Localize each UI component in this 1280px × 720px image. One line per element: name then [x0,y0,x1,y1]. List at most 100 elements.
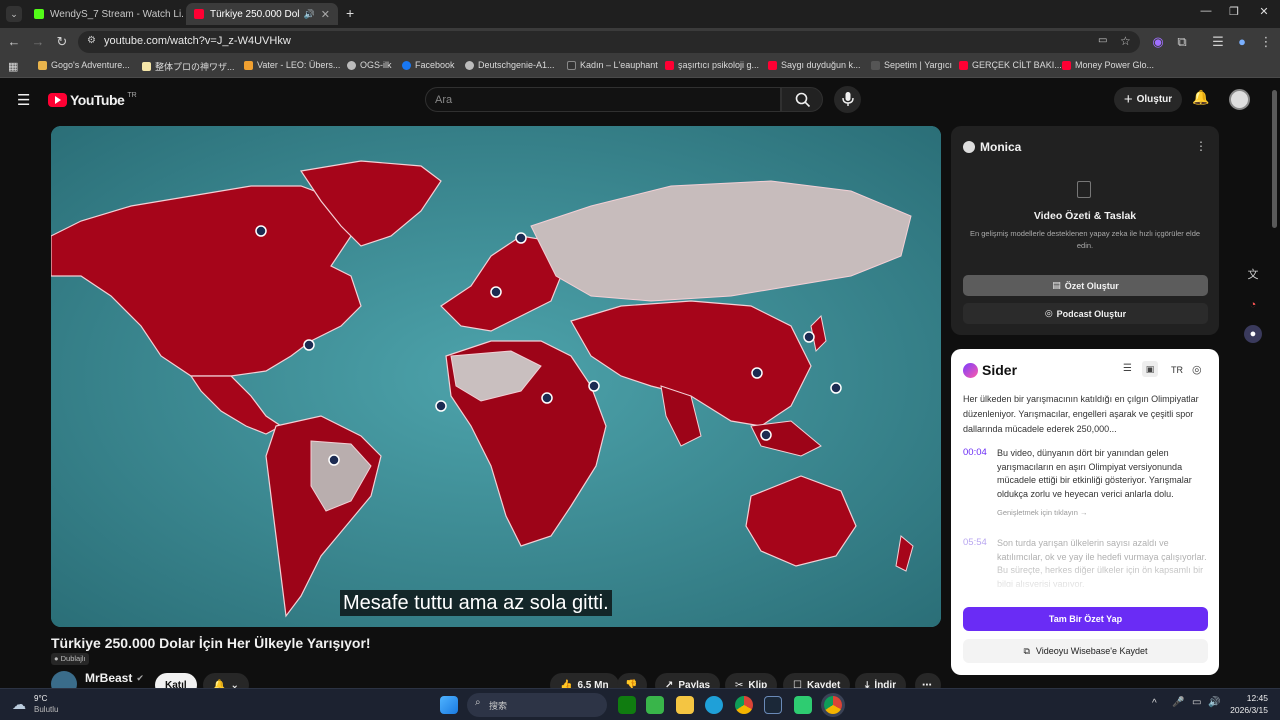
hamburger-menu-icon[interactable]: ☰ [17,91,30,109]
bookmark-item[interactable]: Saygı duyduğun k... [768,60,861,70]
language-toggle[interactable]: TR [1171,365,1183,375]
cast-icon[interactable]: ▭ [1098,35,1107,46]
monica-logo-icon [963,141,975,153]
edge-icon[interactable] [705,696,723,714]
search-button[interactable] [781,87,823,112]
notifications-bell-icon[interactable]: 🔔 [1192,89,1209,106]
account-avatar[interactable] [1229,89,1250,110]
bookmark-item[interactable]: OGS-ilk [347,60,392,70]
kick-favicon-icon [34,9,44,19]
scrollbar[interactable] [1272,90,1277,228]
tab-youtube-video[interactable]: Türkiye 250.000 Dolar İçin... 🔊 ✕ [186,3,338,25]
bookmark-favicon-icon [871,60,880,70]
youtube-logo[interactable]: YouTube TR [48,92,137,108]
bookmark-star-icon[interactable]: ☆ [1120,34,1131,48]
tray-overflow-icon[interactable]: ^ [1152,698,1157,709]
tab-title: Türkiye 250.000 Dolar İçin... [210,8,300,20]
bookmark-item[interactable]: Deutschgenie-A1... [465,60,555,70]
taskbar-search[interactable]: ⌕ 搜索 [467,693,607,717]
tools-icon[interactable]: ◔ [1244,296,1262,314]
full-summary-button[interactable]: Tam Bir Özet Yap [963,607,1208,631]
more-options-icon[interactable]: ⋮ [1195,139,1207,153]
chrome-active-icon[interactable] [824,696,842,714]
channel-name[interactable]: MrBeast ✔ [85,671,144,685]
expand-link[interactable]: Genişletmek için tıklayın → [997,508,1087,517]
bookmark-item[interactable]: GERÇEK CİLT BAKI... [959,60,1062,70]
bookmark-item[interactable]: Money Power Glo... [1062,60,1154,70]
card-view-icon[interactable]: ▣ [1142,361,1158,377]
globe-icon [465,60,474,70]
podcast-icon: ◎ [1044,308,1053,318]
region-code: TR [127,91,137,99]
weather-cloud-icon[interactable]: ☁ [12,696,26,713]
new-tab-button[interactable]: + [346,5,354,21]
timestamp-link[interactable]: 05:54 [963,537,987,548]
steam-icon[interactable] [764,696,782,714]
monica-heading: Video Özeti & Taslak [1033,210,1137,222]
clock-date[interactable]: 2026/3/15 [1222,705,1268,715]
close-tab-icon[interactable]: ✕ [315,8,330,21]
extensions-puzzle-icon[interactable]: ⧉ [1174,34,1190,50]
windows-start-icon[interactable] [440,696,458,714]
bookmark-item[interactable]: Kadın – L'eauphant [567,60,658,70]
generate-summary-button[interactable]: ▤ Özet Oluştur [963,275,1208,296]
timestamp-link[interactable]: 00:04 [963,447,987,458]
search-input[interactable]: Ara [425,87,781,112]
video-caption: Mesafe tuttu ama az sola gitti. [340,590,612,616]
tab-search-button[interactable]: ⌄ [6,6,22,22]
site-info-icon[interactable]: ⚙ [87,35,96,46]
bookmark-item[interactable]: Facebook [402,60,455,70]
reading-list-icon[interactable]: ☰ [1210,34,1226,50]
clock-time[interactable]: 12:45 [1226,693,1268,703]
bookmark-item[interactable]: Gogo's Adventure... [38,60,130,70]
monica-panel: Monica ⋮ Video Özeti & Taslak En gelişmi… [951,126,1219,335]
tray-mic-icon[interactable]: 🎤 [1172,697,1184,708]
dubbed-badge: ● Dublajlı [51,653,89,665]
settings-icon[interactable]: ◎ [1192,363,1202,376]
list-view-icon[interactable]: ☰ [1123,363,1132,374]
youtube-icon [768,60,777,70]
youtube-icon [959,60,968,70]
profile-avatar-icon[interactable]: ● [1234,34,1250,50]
forward-icon[interactable]: → [30,34,46,50]
back-icon[interactable]: ← [6,34,22,50]
bookmark-item[interactable]: Vater - LEO: Übers... [244,60,340,70]
plus-icon: + [1123,91,1133,108]
chrome-icon[interactable] [735,696,753,714]
xbox-icon[interactable] [618,696,636,714]
search-placeholder: Ara [435,94,453,106]
tab-wendys-stream[interactable]: WendyS_7 Stream - Watch Li... ✕ [26,3,184,25]
apps-grid-icon[interactable]: ▦ [8,60,18,73]
url-text: youtube.com/watch?v=J_z-W4UVHkw [104,35,291,47]
save-to-wisebase-button[interactable]: ⧉ Videoyu Wisebase'e Kaydet [963,639,1208,663]
app-green-icon[interactable] [646,696,664,714]
bookmark-favicon-icon [142,62,151,71]
weather-temp: 9°C [34,694,48,703]
address-bar[interactable]: ⚙ youtube.com/watch?v=J_z-W4UVHkw ▭ ☆ [78,31,1140,53]
file-explorer-icon[interactable] [676,696,694,714]
bookmark-item[interactable]: Sepetim | Yargıcı [871,60,952,70]
app-chat-icon[interactable] [794,696,812,714]
translate-icon[interactable]: 文 [1244,266,1262,284]
bookmark-item[interactable]: 整体プロの神ワザ... [142,60,235,73]
generate-podcast-button[interactable]: ◎ Podcast Oluştur [963,303,1208,324]
close-window-icon[interactable]: ✕ [1254,5,1274,18]
maximize-icon[interactable]: ❐ [1224,5,1244,18]
video-player[interactable] [51,126,941,627]
monica-brand: Monica [980,140,1022,154]
bookmark-item[interactable]: şaşırtıcı psikoloji g... [665,60,759,70]
tray-volume-icon[interactable]: 🔊 [1208,697,1220,708]
create-button[interactable]: + Oluştur [1114,87,1182,112]
voice-search-button[interactable] [834,86,861,113]
minimize-icon[interactable]: — [1196,5,1216,17]
person-icon: ● [54,654,59,663]
browser-tab-strip: ⌄ WendyS_7 Stream - Watch Li... ✕ Türkiy… [0,0,1280,28]
speaker-icon[interactable]: 🔊 [304,9,315,20]
verified-icon: ✔ [136,672,144,683]
sider-logo-icon [963,363,978,378]
tray-network-icon[interactable]: ▭ [1192,697,1201,708]
monica-sidebar-icon[interactable]: ● [1244,325,1262,343]
reload-icon[interactable]: ↻ [54,34,70,50]
chrome-menu-icon[interactable]: ⋮ [1258,34,1274,50]
extension-monica-icon[interactable]: ◉ [1150,34,1166,50]
